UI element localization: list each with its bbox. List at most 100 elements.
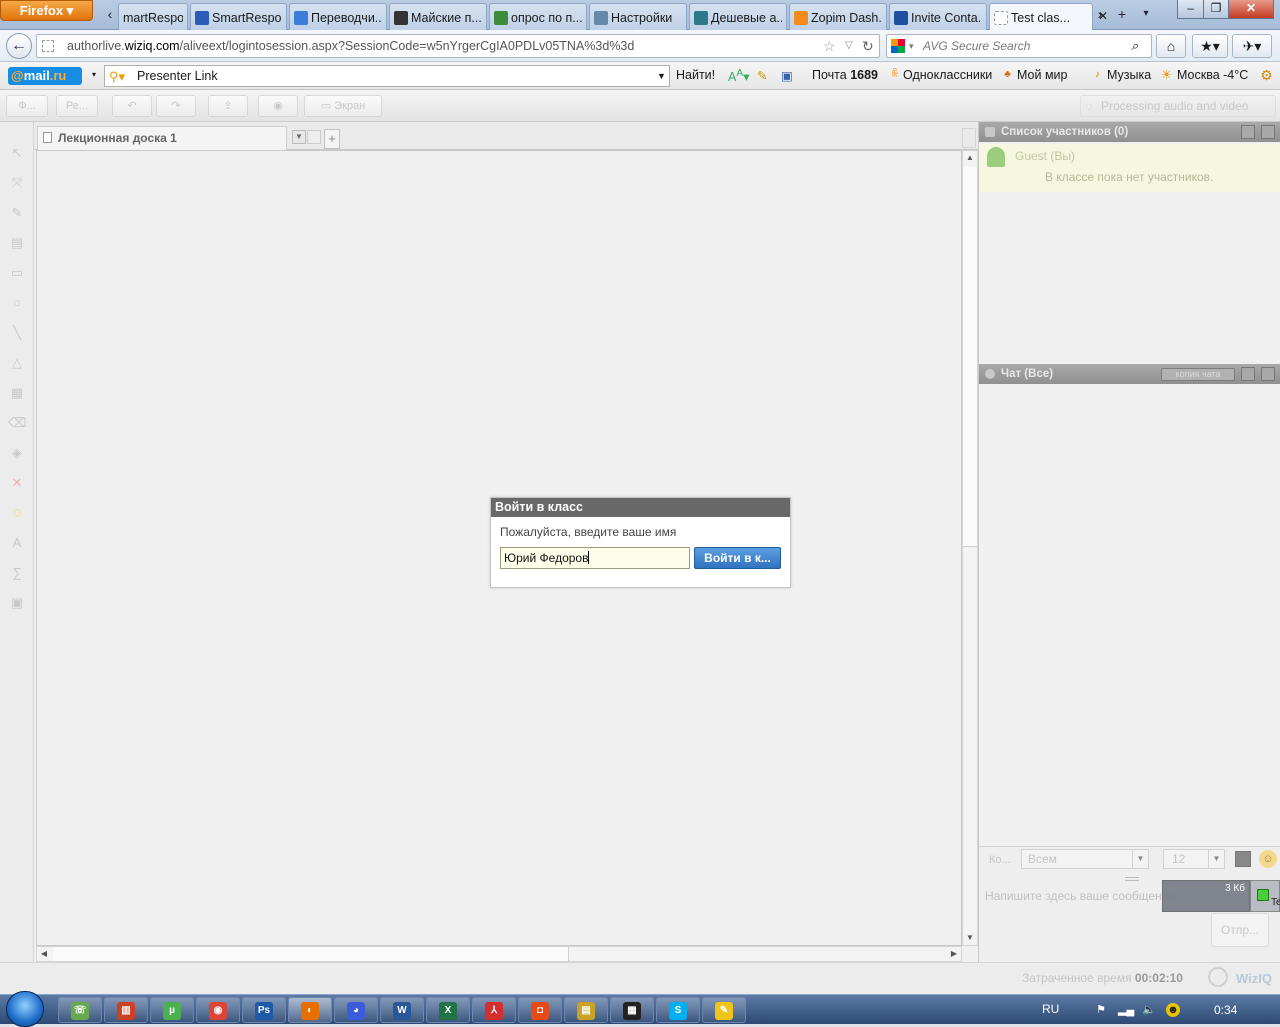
taskbar-button-8[interactable]: W (380, 997, 424, 1023)
tab-3[interactable]: Переводчи... (289, 3, 387, 30)
chevron-down-icon[interactable]: ▼ (1132, 850, 1148, 868)
minimize-button[interactable]: – (1177, 0, 1204, 19)
search-input[interactable]: ▾ AVG Secure Search ⌕ (886, 34, 1152, 58)
horizontal-scrollbar[interactable]: ◀ ▶ (36, 946, 962, 962)
chevron-down-icon[interactable]: ▼ (657, 66, 666, 86)
search-engine-dropdown-icon[interactable]: ▾ (909, 35, 914, 57)
presenter-link-search-field[interactable]: ⚲▾ Presenter Link ▼ (104, 65, 670, 87)
text-color-button[interactable] (1235, 851, 1251, 867)
taskbar-button-12[interactable]: ▤ (564, 997, 608, 1023)
recipient-select[interactable]: Всем ▼ (1021, 849, 1149, 869)
taskbar-button-13[interactable]: ▦ (610, 997, 654, 1023)
tab-8[interactable]: Zopim Dash... (789, 3, 887, 30)
bookmark-star-icon[interactable]: ☆ (823, 35, 836, 57)
download-notification[interactable]: 3 Кб (1162, 880, 1250, 912)
emoticon-icon[interactable]: ☺ (1259, 850, 1277, 868)
taskbar-button-6[interactable]: ◐ (288, 997, 332, 1023)
mailru-logo[interactable]: @mail.ru (8, 67, 82, 85)
toolbar-button-2[interactable]: Ре... (56, 95, 98, 117)
back-button[interactable]: ← (6, 33, 32, 59)
chat-message-input[interactable]: Напишите здесь ваше сообщение (985, 889, 1175, 903)
chevron-down-icon[interactable]: ▼ (1208, 850, 1224, 868)
tab-6[interactable]: Настройки (589, 3, 687, 30)
taskbar-button-9[interactable]: X (426, 997, 470, 1023)
mailru-menu-dropdown-icon[interactable]: ▾ (92, 70, 96, 79)
taskbar-button-14[interactable]: S (656, 997, 700, 1023)
volume-icon[interactable]: 🔈 (1142, 1003, 1156, 1017)
toolbar-button-1[interactable]: Ф... (6, 95, 48, 117)
list-tabs-icon[interactable]: ▾ (1136, 4, 1156, 24)
search-icon[interactable]: ⌕ (1131, 35, 1138, 57)
firefox-menu-button[interactable]: Firefox ▾ (0, 0, 93, 21)
tab-2[interactable]: SmartRespo... (190, 3, 287, 30)
highlight-tool-icon[interactable]: ▤ (8, 236, 26, 250)
close-window-button[interactable]: ✕ (1228, 0, 1274, 19)
select-tool-icon[interactable]: ↖ (8, 146, 26, 160)
taskbar-button-7[interactable]: ◕ (334, 997, 378, 1023)
taskbar-button-10[interactable]: ⅄ (472, 997, 516, 1023)
find-button[interactable]: Найти! (676, 68, 715, 82)
weather-link[interactable]: Москва -4°C (1177, 68, 1248, 82)
tab-7[interactable]: Дешевые а... (689, 3, 787, 30)
tab-10[interactable]: Test clas... (989, 3, 1093, 30)
odnoklassniki-link[interactable]: Одноклассники (903, 68, 992, 82)
maximize-chat-icon[interactable] (1261, 367, 1275, 381)
language-indicator[interactable]: RU (1042, 1002, 1059, 1016)
reload-icon[interactable]: ↻ (862, 35, 874, 57)
resize-grip-icon[interactable] (1125, 877, 1139, 881)
redo-button[interactable]: ↷ (156, 95, 196, 117)
line-tool-icon[interactable]: ╲ (8, 326, 26, 340)
clock[interactable]: 0:34 (1214, 1003, 1237, 1017)
scroll-left-icon[interactable]: ◀ (37, 947, 51, 961)
chat-copy-button[interactable]: копия чата (1161, 368, 1235, 381)
lasso-tool-icon[interactable]: ⤧ (8, 176, 26, 190)
maximize-panel-icon[interactable] (1261, 125, 1275, 139)
taskbar-button-2[interactable]: ▥ (104, 997, 148, 1023)
scroll-up-icon[interactable]: ▲ (963, 151, 977, 165)
ellipse-tool-icon[interactable]: ○ (8, 296, 26, 310)
add-board-tab-button[interactable]: + (324, 129, 340, 149)
undo-button[interactable]: ↶ (112, 95, 152, 117)
home-button[interactable]: ⌂ (1156, 34, 1186, 58)
tab-scroll-left-icon[interactable]: ‹ (100, 4, 120, 24)
taskbar-button-11[interactable]: ◘ (518, 997, 562, 1023)
send-button[interactable]: Отпр... (1211, 913, 1269, 947)
upload-button[interactable]: ⇪ (208, 95, 248, 117)
eraser-tool-icon[interactable]: ⌫ (8, 416, 26, 430)
start-button[interactable] (6, 991, 44, 1027)
taskbar-button-5[interactable]: Ps (242, 997, 286, 1023)
tab-1[interactable]: martRespo... (118, 3, 188, 30)
history-dropdown-icon[interactable]: ▽ (845, 35, 853, 57)
minimize-chat-icon[interactable] (1241, 367, 1255, 381)
maximize-button[interactable]: ❐ (1203, 0, 1229, 19)
image-tool-icon[interactable]: ▣ (8, 596, 26, 610)
highlighter-icon[interactable]: ✎ (757, 68, 767, 83)
screenshot-icon[interactable]: ▣ (781, 68, 793, 83)
taskbar-button-1[interactable]: ☏ (58, 997, 102, 1023)
moi-mir-link[interactable]: Мой мир (1017, 68, 1068, 82)
horizontal-scroll-thumb[interactable] (53, 947, 569, 961)
network-icon[interactable]: ▂▄ (1118, 1003, 1134, 1017)
scroll-right-icon[interactable]: ▶ (947, 947, 961, 961)
mail-link[interactable]: Почта 1689 (812, 68, 878, 82)
record-button[interactable]: ◉ (258, 95, 298, 117)
tab-close-icon[interactable] (307, 130, 321, 144)
equation-tool-icon[interactable]: ∑ (8, 566, 26, 580)
vertical-scrollbar[interactable]: ▲ ▼ (962, 150, 978, 946)
addon-button[interactable]: ✈▾ (1232, 34, 1272, 58)
minimize-panel-icon[interactable] (1241, 125, 1255, 139)
pen-tool-icon[interactable]: ✎ (8, 206, 26, 220)
delete-tool-icon[interactable]: ✕ (8, 476, 26, 490)
screen-share-button[interactable]: ▭ Экран (304, 95, 382, 117)
music-link[interactable]: Музыка (1107, 68, 1151, 82)
taskbar-button-3[interactable]: µ (150, 997, 194, 1023)
tab-4[interactable]: Майские п... (389, 3, 487, 30)
url-bar[interactable]: authorlive.wiziq.com/aliveext/logintoses… (36, 34, 880, 58)
bookmarks-button[interactable]: ★▾ (1192, 34, 1228, 58)
settings-gear-icon[interactable]: ⚙ (1259, 67, 1274, 83)
flag-icon[interactable]: ⚑ (1094, 1003, 1108, 1017)
tab-5[interactable]: опрос по п... (489, 3, 587, 30)
name-input[interactable]: Юрий Федоров (500, 547, 690, 569)
join-class-button[interactable]: Войти в к... (694, 547, 781, 569)
scroll-down-icon[interactable]: ▼ (963, 931, 977, 945)
